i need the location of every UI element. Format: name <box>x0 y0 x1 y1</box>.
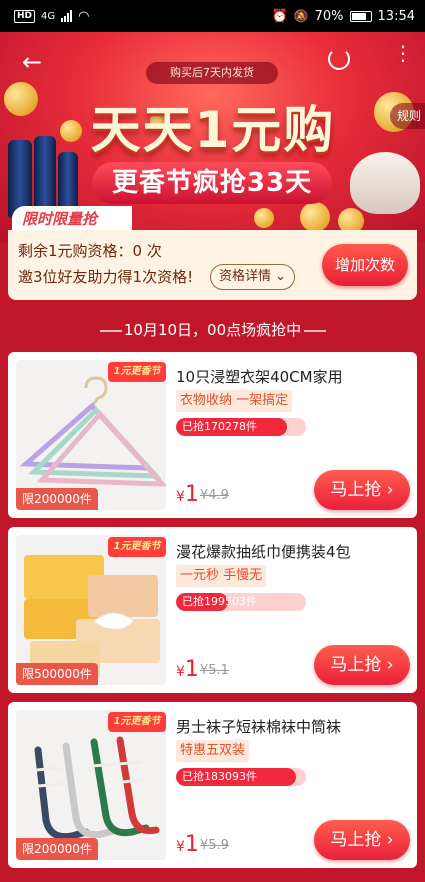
festival-tag: 1元更香节 <box>108 712 166 732</box>
refresh-icon[interactable] <box>328 48 350 70</box>
chevron-right-icon: › <box>386 830 394 850</box>
currency-symbol: ¥ <box>176 489 185 505</box>
sold-count: 已抢170278件 <box>182 420 257 433</box>
sold-progress: 已抢199503件 <box>176 593 306 611</box>
festival-tag: 1元更香节 <box>108 362 166 382</box>
rules-button[interactable]: 规则 <box>390 103 425 129</box>
signal-icon <box>61 10 73 22</box>
product-tag: 衣物收纳 一架搞定 <box>176 390 293 412</box>
price-value: 1 <box>184 832 199 857</box>
original-price: ¥5.9 <box>200 838 229 853</box>
mute-icon: 🔕 <box>293 9 309 23</box>
wifi-icon: ◠ <box>78 8 90 24</box>
chevron-right-icon: › <box>386 655 394 675</box>
sold-count: 已抢199503件 <box>182 595 257 608</box>
chevron-down-icon: ⌄ <box>275 269 287 284</box>
product-card[interactable]: 1元更香节 限500000件 漫花爆款抽纸巾便携装4包 一元秒 手慢无 已抢19… <box>8 527 417 693</box>
more-icon[interactable]: ⋮ <box>393 43 413 63</box>
currency-symbol: ¥ <box>176 664 185 680</box>
grab-button[interactable]: 马上抢 › <box>314 820 410 860</box>
stock-limit-tag: 限200000件 <box>16 488 98 510</box>
product-title[interactable]: 漫花爆款抽纸巾便携装4包 <box>176 541 351 562</box>
original-price: ¥4.9 <box>200 488 229 503</box>
add-quota-button[interactable]: 增加次数 <box>322 244 408 286</box>
product-tag: 一元秒 手慢无 <box>176 565 267 587</box>
limited-time-tag: 限时限量抢 <box>12 206 132 232</box>
remaining-quota-text: 剩余1元购资格：0 次 <box>18 242 162 260</box>
price: ¥1 <box>176 482 199 507</box>
session-label: 10月10日，00点场疯抢中 <box>123 321 302 339</box>
product-card[interactable]: 1元更香节 限200000件 10只浸塑衣架40CM家用 衣物收纳 一架搞定 已… <box>8 352 417 518</box>
coin-decoration <box>254 208 274 228</box>
grab-button[interactable]: 马上抢 › <box>314 645 410 685</box>
price: ¥1 <box>176 832 199 857</box>
hd-icon: HD <box>14 9 36 23</box>
price-value: 1 <box>184 482 199 507</box>
network-type: 4G <box>41 10 56 22</box>
back-icon[interactable]: ← <box>22 50 42 74</box>
banner-title: 天天1元购 <box>90 101 336 159</box>
product-title[interactable]: 男士袜子短袜棉袜中筒袜 <box>176 716 341 737</box>
grab-button-label: 马上抢 <box>330 830 382 850</box>
quota-detail-button[interactable]: 资格详情 ⌄ <box>210 264 296 290</box>
festival-tag: 1元更香节 <box>108 537 166 557</box>
coin-decoration <box>60 120 82 142</box>
stock-limit-tag: 限500000件 <box>16 663 98 685</box>
price: ¥1 <box>176 657 199 682</box>
currency-symbol: ¥ <box>176 839 185 855</box>
grab-button-label: 马上抢 <box>330 655 382 675</box>
price-value: 1 <box>184 657 199 682</box>
product-card[interactable]: 1元更香节 限200000件 男士袜子短袜棉袜中筒袜 特惠五双装 已抢18309… <box>8 702 417 868</box>
clock: 13:54 <box>377 8 415 24</box>
sold-progress: 已抢170278件 <box>176 418 306 436</box>
quota-card: 剩余1元购资格：0 次 邀3位好友助力得1次资格! 资格详情 ⌄ 增加次数 <box>8 230 417 300</box>
quota-detail-label: 资格详情 <box>219 269 272 284</box>
battery-percent: 70% <box>314 8 344 24</box>
original-price: ¥5.1 <box>200 663 229 678</box>
product-title[interactable]: 10只浸塑衣架40CM家用 <box>176 366 343 387</box>
ship-notice: 购买后7天内发货 <box>146 62 278 84</box>
battery-icon <box>349 10 372 22</box>
product-tag: 特惠五双装 <box>176 740 250 762</box>
grab-button[interactable]: 马上抢 › <box>314 470 410 510</box>
invite-text: 邀3位好友助力得1次资格! <box>18 268 194 286</box>
divider-right <box>304 330 326 332</box>
alarm-icon: ⏰ <box>271 8 288 24</box>
stock-limit-tag: 限200000件 <box>16 838 98 860</box>
sold-count: 已抢183093件 <box>182 770 257 783</box>
status-bar: HD 4G ◠ ⏰ 🔕 70% 13:54 <box>0 0 425 32</box>
grab-button-label: 马上抢 <box>330 480 382 500</box>
sold-progress: 已抢183093件 <box>176 768 306 786</box>
coin-decoration <box>300 202 330 232</box>
coin-decoration <box>4 82 38 116</box>
banner-subtitle: 更香节疯抢33天 <box>92 162 332 204</box>
chevron-right-icon: › <box>386 480 394 500</box>
rice-cooker-image <box>350 152 420 214</box>
